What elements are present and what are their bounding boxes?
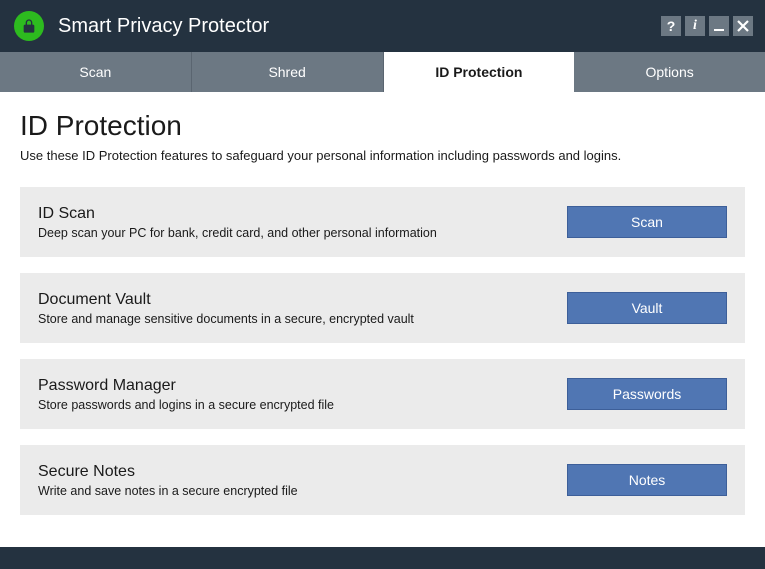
page-title: ID Protection	[20, 110, 745, 142]
tab-scan[interactable]: Scan	[0, 52, 192, 92]
feature-title: Password Manager	[38, 377, 547, 395]
feature-desc: Write and save notes in a secure encrypt…	[38, 484, 547, 498]
tabbar: Scan Shred ID Protection Options	[0, 52, 765, 92]
feature-desc: Store and manage sensitive documents in …	[38, 312, 547, 326]
window-controls: ? i	[661, 16, 753, 36]
tab-options[interactable]: Options	[574, 52, 765, 92]
feature-title: Secure Notes	[38, 463, 547, 481]
feature-text: Password Manager Store passwords and log…	[38, 377, 567, 412]
page-subtitle: Use these ID Protection features to safe…	[20, 148, 745, 163]
feature-title: Document Vault	[38, 291, 547, 309]
app-title: Smart Privacy Protector	[58, 15, 661, 38]
vault-button[interactable]: Vault	[567, 292, 727, 324]
notes-button[interactable]: Notes	[567, 464, 727, 496]
tab-id-protection[interactable]: ID Protection	[384, 52, 575, 92]
titlebar: Smart Privacy Protector ? i	[0, 0, 765, 52]
minimize-icon	[713, 20, 725, 32]
help-button[interactable]: ?	[661, 16, 681, 36]
feature-text: Secure Notes Write and save notes in a s…	[38, 463, 567, 498]
feature-document-vault: Document Vault Store and manage sensitiv…	[20, 273, 745, 343]
tab-shred[interactable]: Shred	[192, 52, 384, 92]
lock-icon	[21, 16, 37, 36]
main-content: ID Protection Use these ID Protection fe…	[0, 92, 765, 515]
footer-bar	[0, 547, 765, 569]
feature-text: Document Vault Store and manage sensitiv…	[38, 291, 567, 326]
feature-password-manager: Password Manager Store passwords and log…	[20, 359, 745, 429]
feature-desc: Deep scan your PC for bank, credit card,…	[38, 226, 547, 240]
feature-title: ID Scan	[38, 205, 547, 223]
minimize-button[interactable]	[709, 16, 729, 36]
close-button[interactable]	[733, 16, 753, 36]
feature-text: ID Scan Deep scan your PC for bank, cred…	[38, 205, 567, 240]
feature-secure-notes: Secure Notes Write and save notes in a s…	[20, 445, 745, 515]
scan-button[interactable]: Scan	[567, 206, 727, 238]
passwords-button[interactable]: Passwords	[567, 378, 727, 410]
feature-id-scan: ID Scan Deep scan your PC for bank, cred…	[20, 187, 745, 257]
feature-desc: Store passwords and logins in a secure e…	[38, 398, 547, 412]
close-icon	[737, 20, 749, 32]
app-logo	[14, 11, 44, 41]
info-button[interactable]: i	[685, 16, 705, 36]
